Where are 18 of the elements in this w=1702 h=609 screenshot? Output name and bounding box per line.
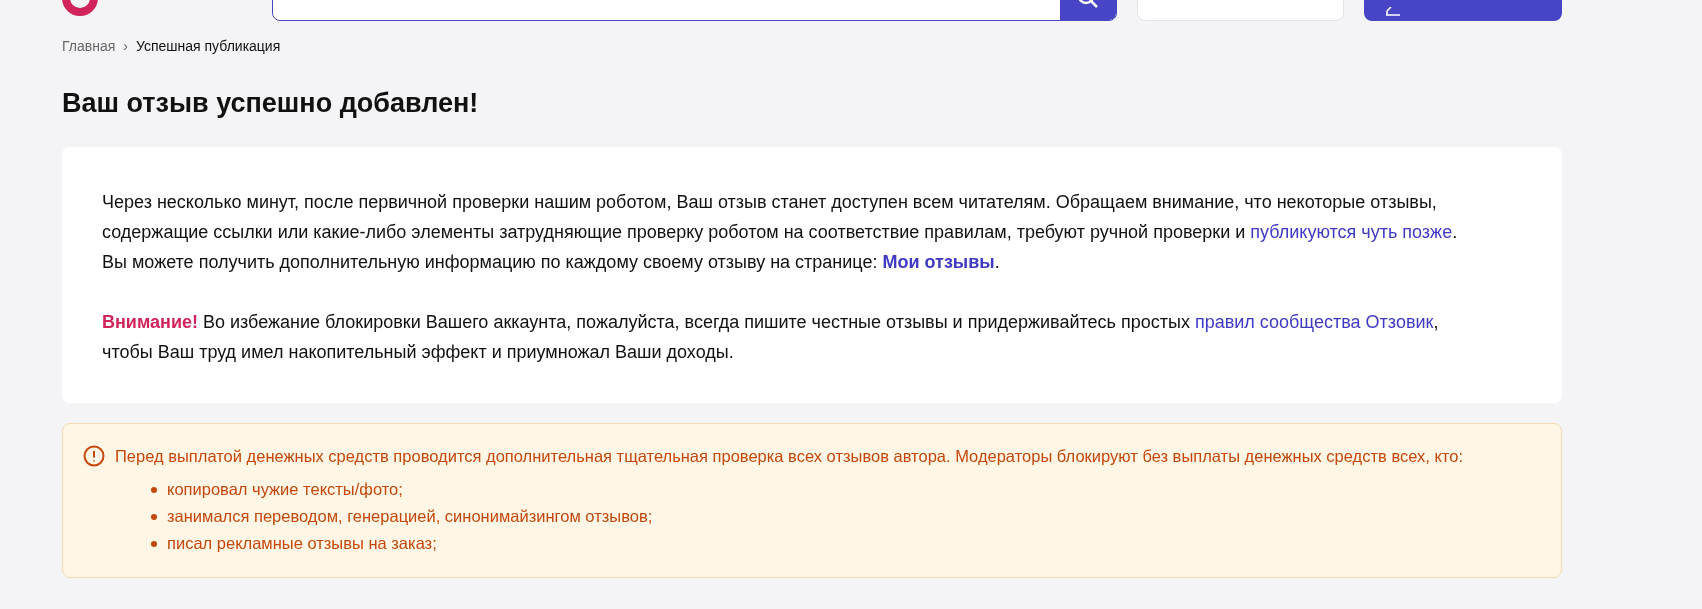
- info-paragraph: Внимание! Во избежание блокировки Вашего аккаунта, пожалуйста, всегда пишите честные отзывы и придерживайтесь простых правил сообщества Отзовик, чтобы Ваш труд имел накопительный эффект и приумножал Ваши доходы.: [102, 311, 1440, 364]
- text-link[interactable]: публикуются чуть позже: [1250, 222, 1453, 242]
- warning-list-item: писал рекламные отзывы на заказ;: [167, 533, 437, 554]
- bullet-icon: [151, 513, 157, 520]
- info-paragraph: Через несколько минут, после первичной проверки нашим роботом, Ваш отзыв станет доступен всем читателям. Обращаем внимание, что некоторые отзывы, содержащие ссылки или какие-либо элементы затрудняющие проверку роботом на соответствие правилам, требуют ручной проверки и публикуются чуть позже. Вы можете получить дополнительную информацию по каждому своему отзыву на странице: Мои отзывы.: [102, 191, 1459, 274]
- pencil-icon: [1384, 7, 1403, 17]
- exclamation-icon: [83, 445, 105, 467]
- breadcrumb-current: Успешная публикация: [135, 38, 281, 54]
- text-link[interactable]: Мои отзывы: [882, 252, 995, 272]
- warning-list-item: копировал чужие тексты/фото;: [167, 479, 403, 500]
- warning-text: Перед выплатой денежных средств проводится дополнительная тщательная проверка всех отзывов автора. Модераторы блокируют без выплаты денежных средств всех, кто:: [115, 446, 1464, 467]
- breadcrumb-separator: ›: [123, 38, 128, 54]
- breadcrumb-link[interactable]: Главная: [62, 38, 116, 54]
- text-link[interactable]: правил сообщества Отзовик: [1194, 312, 1434, 332]
- page-title: Ваш отзыв успешно добавлен!: [62, 88, 480, 119]
- bullet-icon: [151, 540, 157, 547]
- bullet-icon: [151, 486, 157, 493]
- warning-list-item: занимался переводом, генерацией, синонимайзингом отзывов;: [167, 506, 653, 527]
